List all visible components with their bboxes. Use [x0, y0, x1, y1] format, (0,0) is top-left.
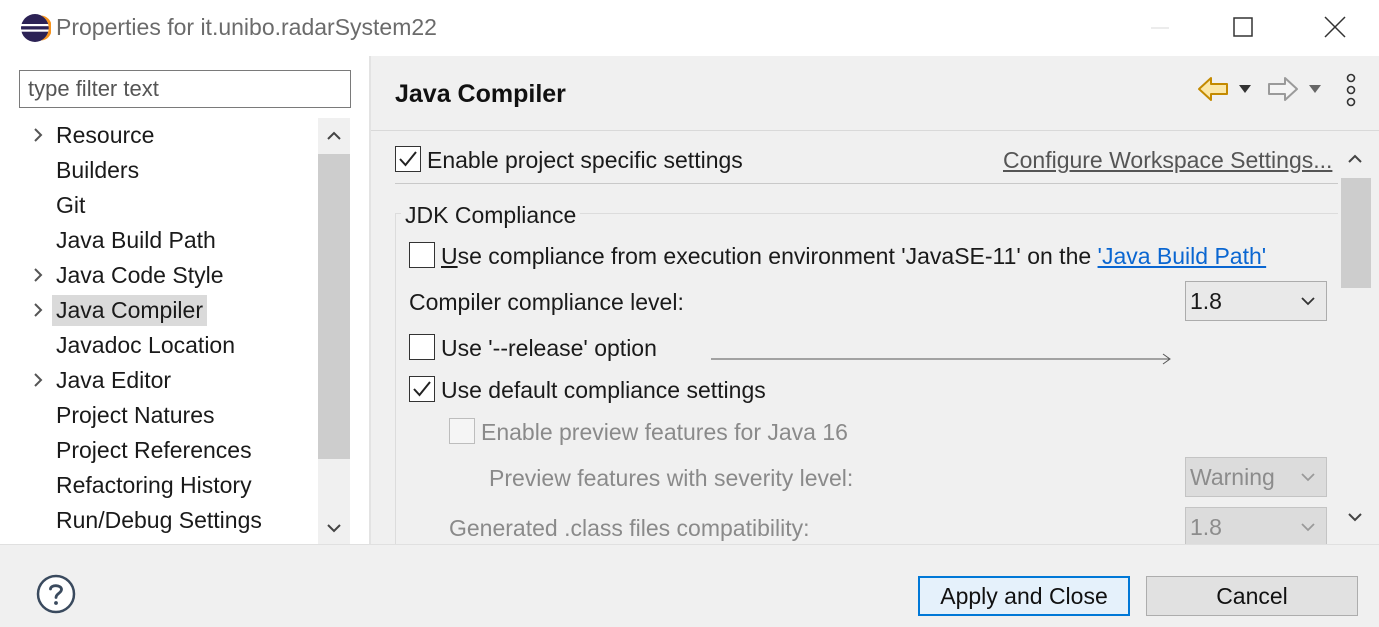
tree-item-project-references[interactable]: Project References — [0, 433, 318, 468]
tree-item-label: Project References — [56, 437, 252, 463]
separator — [395, 183, 1338, 184]
tree-item-label: Javadoc Location — [56, 332, 236, 358]
preview-severity-select[interactable]: Warning — [1185, 457, 1327, 497]
close-icon[interactable] — [1312, 8, 1358, 48]
checkmark-icon — [399, 151, 417, 167]
back-dropdown-icon[interactable] — [1237, 82, 1253, 96]
eclipse-logo-icon — [21, 14, 51, 42]
scroll-up-icon[interactable] — [1339, 143, 1371, 175]
scroll-up-icon[interactable] — [318, 120, 350, 152]
use-ee-compliance-label: Use compliance from execution environmen… — [441, 242, 1266, 270]
title-bar: Properties for it.unibo.radarSystem22 — [0, 0, 1379, 56]
enable-specific-label: Enable project specific settings — [427, 147, 743, 173]
tree-item-label: Resource — [56, 122, 155, 148]
compliance-level-select[interactable]: 1.8 — [1185, 281, 1327, 321]
tree-item-label: Java Editor — [56, 367, 172, 393]
cancel-button[interactable]: Cancel — [1146, 576, 1358, 616]
tree-item-java-build-path[interactable]: Java Build Path — [0, 223, 318, 258]
scrollbar-thumb[interactable] — [318, 154, 350, 459]
configure-workspace-link[interactable]: Configure Workspace Settings... — [1003, 146, 1332, 174]
release-option-checkbox[interactable] — [409, 334, 435, 360]
default-compliance-checkbox[interactable] — [409, 376, 435, 402]
tree-item-label: Java Code Style — [56, 262, 224, 288]
tree-item-project-natures[interactable]: Project Natures — [0, 398, 318, 433]
page-title: Java Compiler — [395, 80, 566, 108]
preview-features-label: Enable preview features for Java 16 — [481, 419, 848, 445]
preview-severity-label: Preview features with severity level: — [489, 465, 854, 491]
tree-item-label: Java Compiler — [52, 295, 207, 326]
scroll-down-icon[interactable] — [1339, 501, 1371, 533]
tree-item-resource[interactable]: Resource — [0, 118, 318, 153]
tree-item-builders[interactable]: Builders — [0, 153, 318, 188]
compliance-level-value: 1.8 — [1190, 288, 1222, 314]
chevron-right-icon[interactable] — [30, 302, 46, 318]
chevron-right-icon[interactable] — [30, 372, 46, 388]
tree-item-javadoc-location[interactable]: Javadoc Location — [0, 328, 318, 363]
tree-item-git[interactable]: Git — [0, 188, 318, 223]
tree-item-label: Run/Debug Settings — [56, 507, 262, 533]
mnemonic-letter: U — [441, 243, 458, 269]
tree-item-java-compiler[interactable]: Java Compiler — [0, 293, 318, 328]
chevron-down-icon — [1301, 473, 1315, 482]
scroll-down-icon[interactable] — [318, 512, 350, 544]
leader-line — [711, 353, 1171, 365]
tree-item-label: Refactoring History — [56, 472, 252, 498]
back-arrow-icon[interactable] — [1195, 72, 1231, 106]
property-tree: Resource Builders Git Java Build Path Ja… — [0, 118, 318, 544]
tree-scrollbar[interactable] — [318, 118, 350, 544]
preview-severity-value: Warning — [1190, 464, 1275, 490]
tree-item-run-debug-settings[interactable]: Run/Debug Settings — [0, 503, 318, 538]
properties-page: Java Compiler Enable project specific se… — [371, 56, 1379, 544]
group-border-left — [395, 213, 396, 544]
group-title: JDK Compliance — [401, 201, 581, 229]
filter-input[interactable] — [19, 70, 351, 108]
window-title: Properties for it.unibo.radarSystem22 — [56, 14, 437, 40]
chevron-down-icon — [1301, 523, 1315, 532]
tree-item-refactoring-history[interactable]: Refactoring History — [0, 468, 318, 503]
navigation-pane: Resource Builders Git Java Build Path Ja… — [0, 56, 369, 544]
scrollbar-thumb[interactable] — [1341, 178, 1371, 288]
chevron-right-icon[interactable] — [30, 127, 46, 143]
generated-class-label: Generated .class files compatibility: — [449, 515, 810, 541]
use-ee-text: se compliance from execution environment… — [457, 243, 1098, 269]
chevron-right-icon[interactable] — [30, 267, 46, 283]
release-option-label: Use '--release' option — [441, 335, 657, 361]
vertical-ellipsis-icon[interactable] — [1339, 72, 1363, 108]
tree-item-label: Project Natures — [56, 402, 215, 428]
enable-specific-checkbox[interactable] — [395, 146, 421, 172]
compliance-level-label: Compiler compliance level: — [409, 289, 684, 315]
java-build-path-link[interactable]: 'Java Build Path' — [1098, 243, 1267, 269]
button-bar: Apply and Close Cancel — [0, 544, 1379, 627]
tree-item-label: Builders — [56, 157, 140, 183]
checkmark-icon — [413, 381, 431, 397]
forward-dropdown-icon[interactable] — [1307, 82, 1323, 96]
tree-item-java-editor[interactable]: Java Editor — [0, 363, 318, 398]
tree-item-label: Git — [56, 192, 86, 218]
chevron-down-icon — [1301, 297, 1315, 306]
preview-features-checkbox[interactable] — [449, 418, 475, 444]
tree-item-java-code-style[interactable]: Java Code Style — [0, 258, 318, 293]
page-content: Enable project specific settings Configu… — [371, 131, 1338, 544]
minimize-icon[interactable] — [1137, 8, 1183, 48]
page-scrollbar[interactable] — [1338, 131, 1372, 544]
forward-arrow-icon[interactable] — [1265, 72, 1301, 106]
maximize-icon[interactable] — [1220, 8, 1266, 48]
generated-class-select[interactable]: 1.8 — [1185, 507, 1327, 544]
question-circle-icon[interactable] — [36, 574, 76, 614]
apply-and-close-button[interactable]: Apply and Close — [918, 576, 1130, 616]
tree-item-label: Java Build Path — [56, 227, 216, 253]
generated-class-value: 1.8 — [1190, 514, 1222, 540]
use-ee-compliance-checkbox[interactable] — [409, 242, 435, 268]
default-compliance-label: Use default compliance settings — [441, 377, 766, 403]
